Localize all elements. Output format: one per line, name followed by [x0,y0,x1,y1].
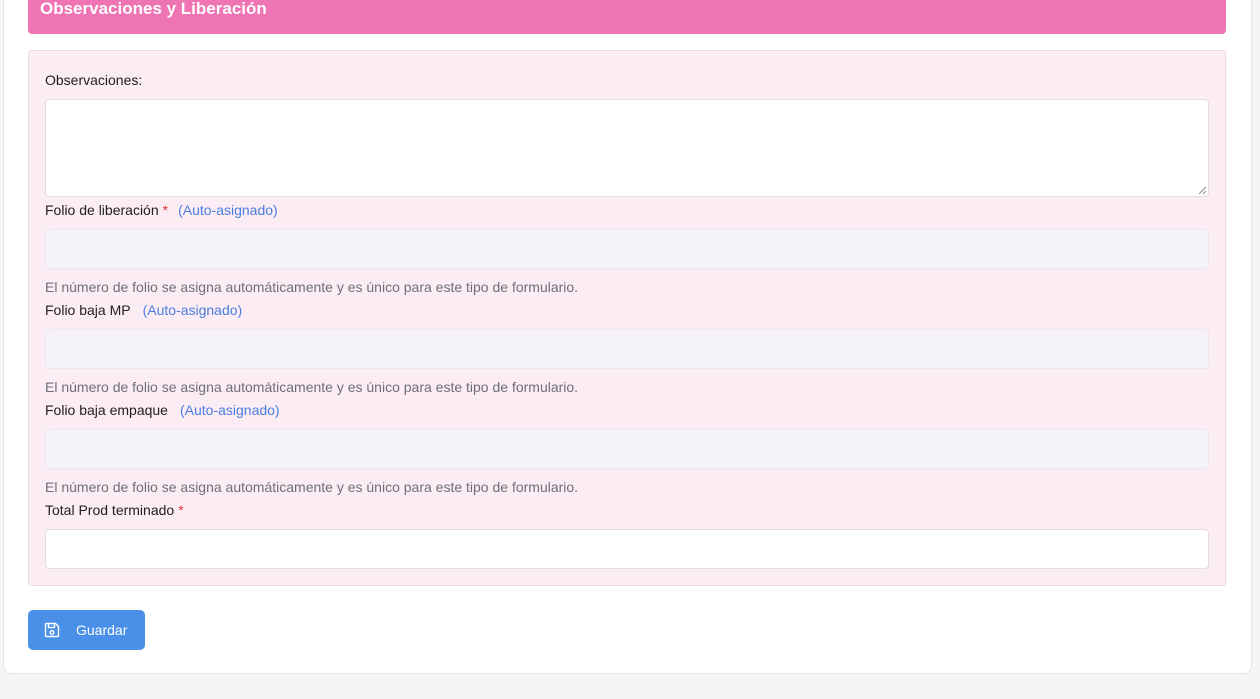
folio-baja-empaque-label: Folio baja empaque (Auto-asignado) [45,401,280,419]
section-header: Observaciones y Liberación [28,0,1226,34]
total-prod-terminado-label-text: Total Prod terminado [45,502,175,518]
total-prod-terminado-label: Total Prod terminado * [45,501,184,519]
observaciones-label-text: Observaciones: [45,72,143,88]
auto-assigned-tag: (Auto-asignado) [142,302,243,318]
folio-baja-empaque-input[interactable] [45,429,1209,469]
folio-baja-mp-label: Folio baja MP (Auto-asignado) [45,301,242,319]
auto-assigned-tag: (Auto-asignado) [178,202,278,218]
resize-grip-icon[interactable] [1197,185,1207,195]
total-prod-terminado-input[interactable] [45,529,1209,569]
folio-liberacion-help: El número de folio se asigna automáticam… [45,279,579,295]
folio-baja-empaque-label-text: Folio baja empaque [45,402,168,418]
folio-baja-mp-input[interactable] [45,329,1209,369]
section-title: Observaciones y Liberación [40,0,267,18]
folio-baja-mp-label-text: Folio baja MP [45,302,131,318]
save-button-label: Guardar [76,622,128,638]
required-mark: * [178,502,184,518]
required-mark: * [162,202,169,218]
folio-baja-mp-help: El número de folio se asigna automáticam… [45,379,579,395]
folio-liberacion-label-text: Folio de liberación [45,202,159,218]
floppy-disk-icon [44,622,60,638]
save-button[interactable]: Guardar [28,610,145,650]
folio-liberacion-label: Folio de liberación * (Auto-asignado) [45,201,278,219]
folio-baja-empaque-help: El número de folio se asigna automáticam… [45,479,579,495]
auto-assigned-tag: (Auto-asignado) [179,402,280,418]
observaciones-label: Observaciones: [45,71,142,89]
folio-liberacion-input[interactable] [45,229,1209,269]
observaciones-textarea[interactable] [45,99,1209,197]
